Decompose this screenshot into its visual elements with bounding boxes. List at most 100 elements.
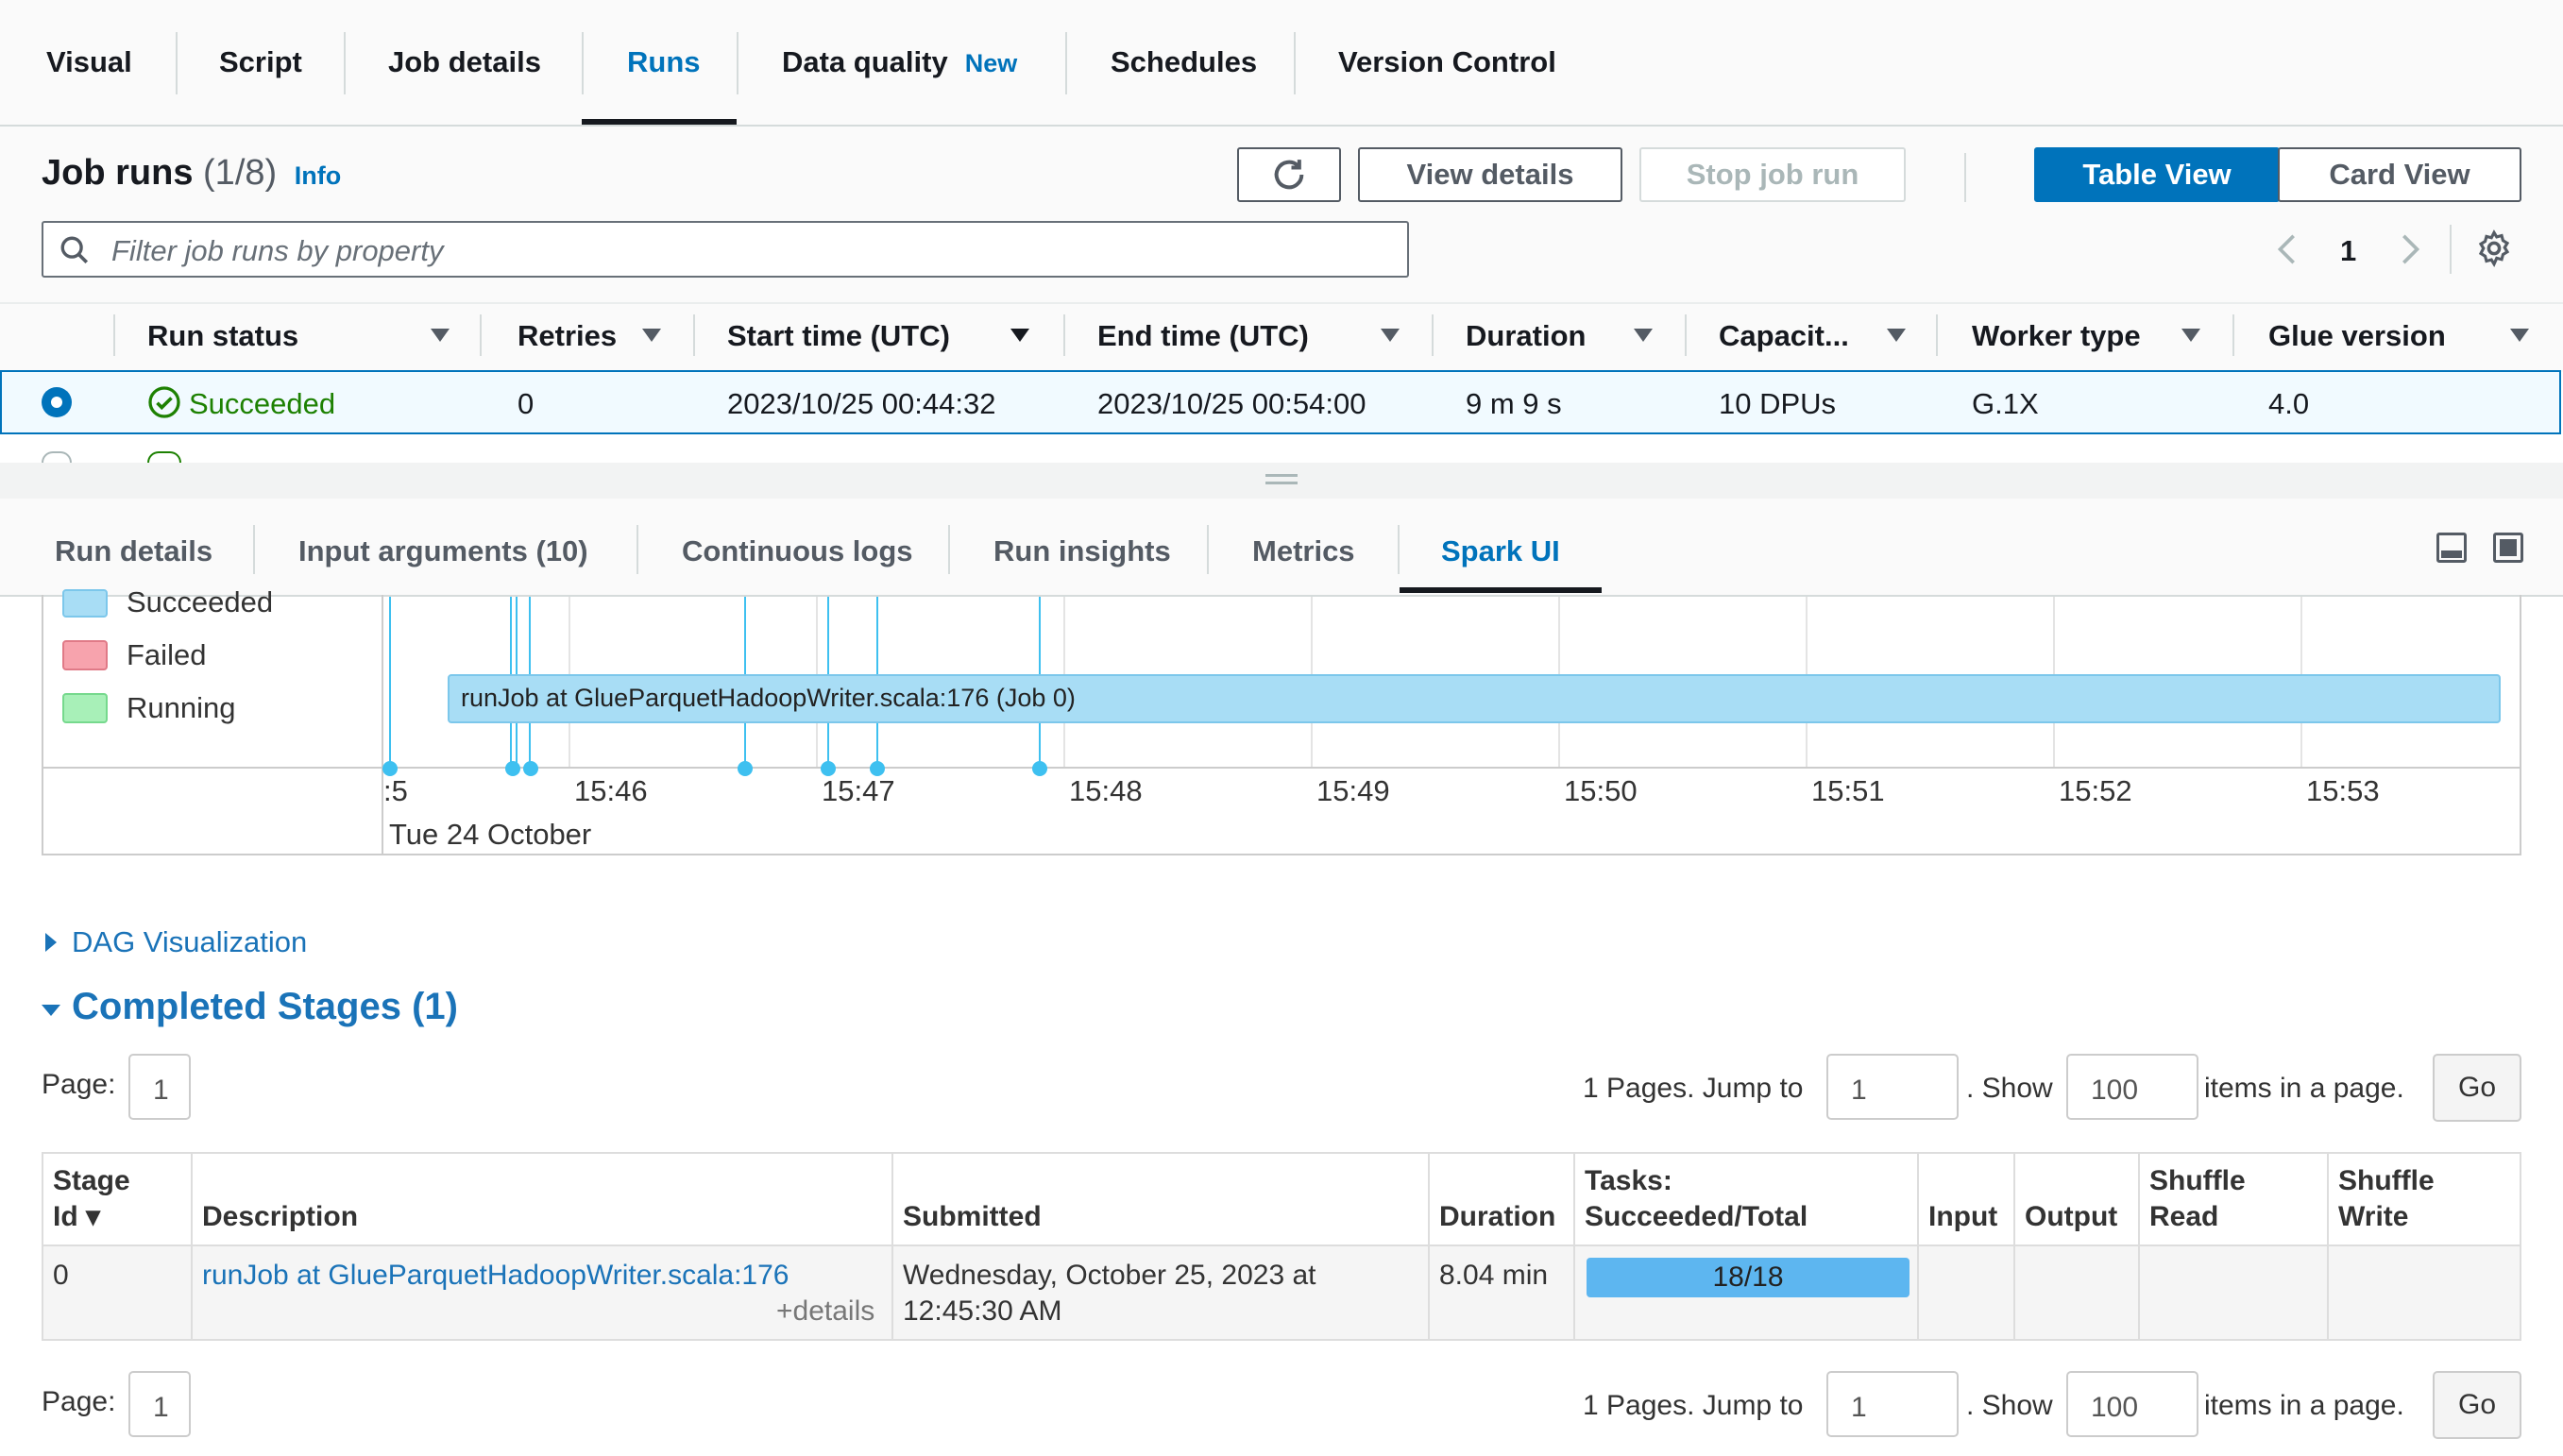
tab-input-arguments[interactable]: Input arguments (10) [298,534,588,568]
details-toggle[interactable]: +details [776,1294,874,1329]
tab-divider [1398,525,1400,574]
col-retries[interactable]: Retries [518,319,617,353]
split-side-icon[interactable] [2493,533,2523,563]
tab-continuous-logs[interactable]: Continuous logs [682,534,913,568]
tab-schedules[interactable]: Schedules [1111,45,1257,79]
col-duration[interactable]: Duration [1466,319,1586,353]
next-page-icon[interactable] [2393,230,2425,268]
col-stage-id[interactable]: Stage Id ▾ [53,1163,130,1235]
table-view-button[interactable]: Table View [2034,147,2280,202]
tab-divider [253,525,255,574]
job-bar-label: runJob at GlueParquetHadoopWriter.scala:… [461,684,1076,712]
active-tab-indicator [1400,587,1602,593]
job-timeline-bar[interactable]: runJob at GlueParquetHadoopWriter.scala:… [448,674,2501,723]
pages-jump-text: 1 Pages. Jump to [1583,1073,1804,1104]
page-number-box[interactable]: 1 [128,1371,191,1437]
filter-input[interactable]: Filter job runs by property [42,221,1409,278]
tasks-progress-bar: 18/18 [1587,1258,1910,1297]
dag-visualization-link[interactable]: DAG Visualization [72,925,307,959]
tab-version-control[interactable]: Version Control [1338,45,1556,79]
jump-to-input[interactable]: 1 [1826,1054,1959,1120]
col-output[interactable]: Output [2025,1199,2117,1235]
pages-jump-text: 1 Pages. Jump to [1583,1390,1804,1421]
card-view-button[interactable]: Card View [2278,147,2521,202]
col-description[interactable]: Description [202,1199,358,1235]
tab-divider [176,32,178,94]
col-shuffle-read-line2: Read [2149,1201,2219,1232]
row-radio-partial[interactable] [42,451,72,463]
sort-icon[interactable] [1887,329,1906,342]
legend-running: Running [127,691,236,724]
time-label: :5 [383,774,408,807]
event-dot[interactable] [505,761,520,776]
col-shuffle-read[interactable]: Shuffle Read [2149,1163,2246,1235]
tab-data-quality[interactable]: Data quality New [782,45,1017,79]
sort-icon[interactable] [642,329,661,342]
tab-divider [948,525,950,574]
page-number-box[interactable]: 1 [128,1054,191,1120]
col-submitted[interactable]: Submitted [903,1199,1042,1235]
row-divider [43,1244,2520,1246]
settings-gear-icon[interactable] [2474,229,2514,268]
col-shuffle-write-line1: Shuffle [2338,1165,2435,1196]
completed-stages-title[interactable]: Completed Stages (1) [72,986,458,1028]
split-bottom-icon[interactable] [2436,533,2467,563]
view-details-button[interactable]: View details [1358,147,1622,202]
go-button[interactable]: Go [2433,1371,2521,1439]
column-divider [1936,314,1938,356]
jump-to-input[interactable]: 1 [1826,1371,1959,1437]
col-worker-type[interactable]: Worker type [1972,319,2141,353]
row-radio-selected[interactable] [42,387,72,417]
legend-swatch-succeeded [62,589,108,618]
radio-dot [51,397,62,408]
event-dot[interactable] [738,761,753,776]
expand-arrow-icon[interactable] [45,933,57,952]
split-panel-divider[interactable] [0,463,2563,499]
tab-script[interactable]: Script [219,45,302,79]
page-size-input[interactable]: 100 [2066,1054,2198,1120]
column-divider [1432,314,1434,356]
tasks-progress-text: 18/18 [1712,1261,1784,1293]
info-link[interactable]: Info [295,161,341,190]
event-dot[interactable] [523,761,538,776]
sort-icon[interactable] [1634,329,1653,342]
column-divider [693,314,695,356]
col-shuffle-write[interactable]: Shuffle Write [2338,1163,2435,1235]
tab-metrics[interactable]: Metrics [1252,534,1355,568]
timeline-axis [42,767,2521,769]
current-page[interactable]: 1 [2340,234,2356,268]
tab-runs[interactable]: Runs [627,45,701,79]
tab-divider [737,32,738,94]
prev-page-icon[interactable] [2272,230,2304,268]
col-tasks[interactable]: Tasks: Succeeded/Total [1585,1163,1808,1235]
tab-run-insights[interactable]: Run insights [993,534,1171,568]
time-label: 15:51 [1811,774,1885,807]
tab-job-details[interactable]: Job details [388,45,541,79]
items-per-page-text: items in a page. [2204,1390,2404,1421]
event-dot[interactable] [1032,761,1047,776]
sort-desc-icon[interactable] [1010,329,1029,342]
tab-spark-ui[interactable]: Spark UI [1441,534,1560,568]
stage-description-link[interactable]: runJob at GlueParquetHadoopWriter.scala:… [202,1258,789,1294]
col-capacity[interactable]: Capacit... [1719,319,1849,353]
legend-swatch-running [62,693,108,723]
col-input[interactable]: Input [1928,1199,1997,1235]
tab-run-details[interactable]: Run details [55,534,212,568]
column-divider [480,314,482,356]
col-duration[interactable]: Duration [1439,1199,1555,1235]
sort-icon[interactable] [2181,329,2200,342]
col-end-time[interactable]: End time (UTC) [1097,319,1309,353]
page-size-input[interactable]: 100 [2066,1371,2198,1437]
refresh-button[interactable] [1237,147,1341,202]
stop-job-run-button[interactable]: Stop job run [1639,147,1906,202]
collapse-arrow-icon[interactable] [42,1005,60,1016]
sort-icon[interactable] [2510,329,2529,342]
col-start-time[interactable]: Start time (UTC) [727,319,950,353]
sort-icon[interactable] [1381,329,1400,342]
retries-value: 0 [518,387,535,420]
go-button[interactable]: Go [2433,1054,2521,1122]
col-glue-version[interactable]: Glue version [2268,319,2446,353]
col-run-status[interactable]: Run status [147,319,298,353]
sort-icon[interactable] [431,329,450,342]
tab-visual[interactable]: Visual [46,45,132,79]
